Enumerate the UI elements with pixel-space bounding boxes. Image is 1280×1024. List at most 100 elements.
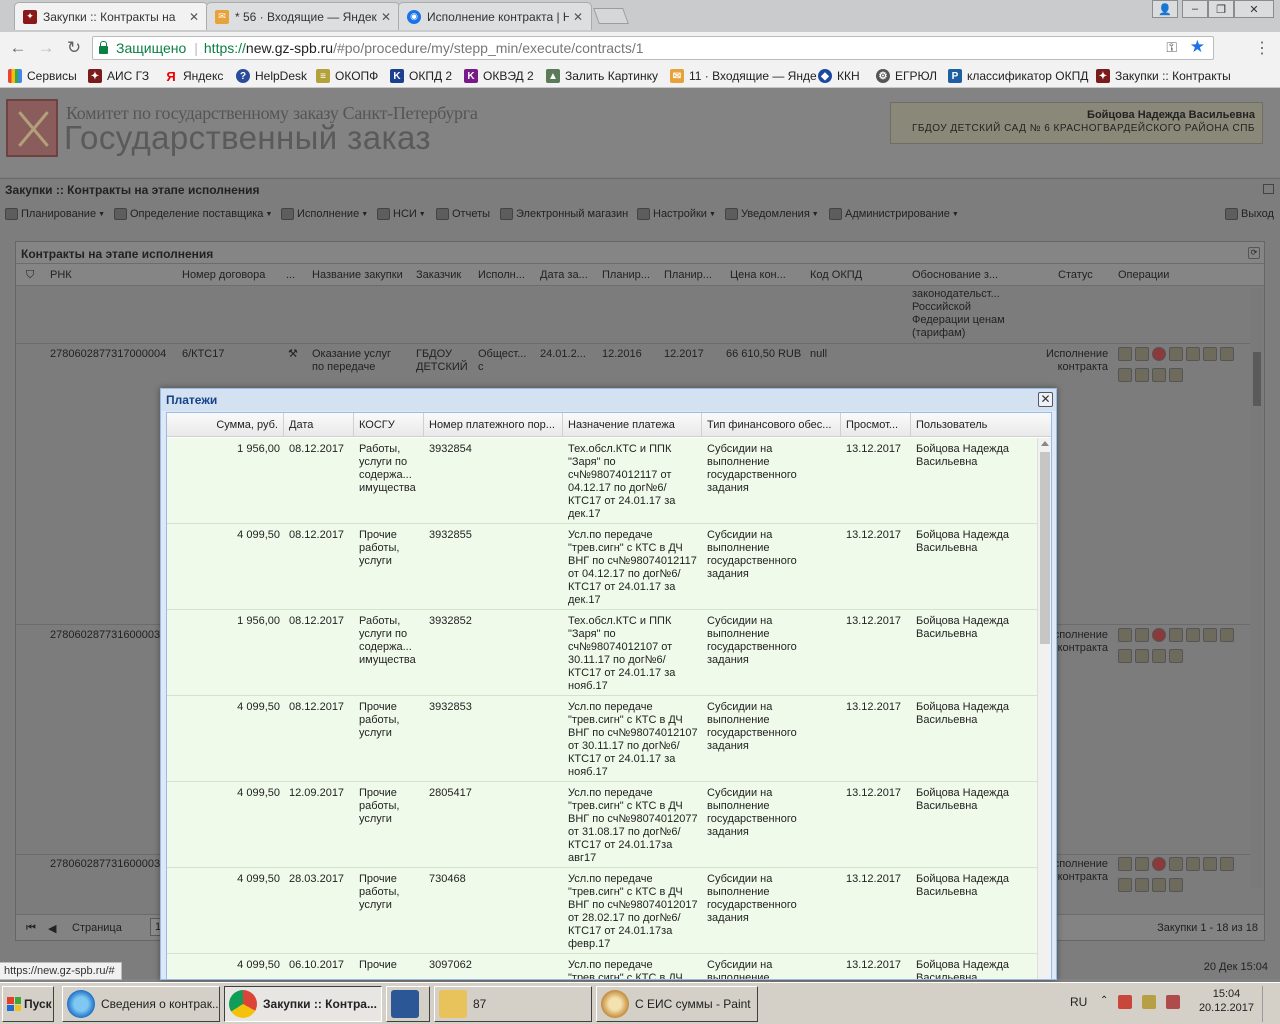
page-icon[interactable] bbox=[1135, 649, 1149, 663]
col-viewed[interactable]: Просмот... bbox=[841, 413, 911, 437]
settings-icon[interactable] bbox=[1203, 857, 1217, 871]
edit-icon[interactable] bbox=[1135, 628, 1149, 642]
col-financing-type[interactable]: Тип финансового обес... bbox=[702, 413, 841, 437]
scroll-icon[interactable] bbox=[1220, 857, 1234, 871]
stamp-icon[interactable] bbox=[1152, 368, 1166, 382]
col-sum[interactable]: Сумма, руб. bbox=[167, 413, 284, 437]
col-user[interactable]: Пользователь bbox=[911, 413, 1051, 437]
menu-notifications[interactable]: Уведомления ▼ bbox=[725, 208, 819, 220]
new-tab-button[interactable] bbox=[593, 8, 629, 24]
first-page-icon[interactable]: ⏮ bbox=[26, 922, 36, 935]
stop-icon[interactable] bbox=[1152, 628, 1166, 642]
menu-reports[interactable]: Отчеты bbox=[436, 208, 490, 220]
col-date[interactable]: Дата bbox=[284, 413, 354, 437]
profile-icon[interactable]: 👤 bbox=[1152, 0, 1178, 18]
taskbar-item-folder[interactable]: 87 bbox=[434, 986, 592, 1022]
taskbar-item-paint[interactable]: С ЕИС суммы - Paint bbox=[596, 986, 758, 1022]
close-tab-icon[interactable]: ✕ bbox=[573, 10, 583, 24]
taskbar-item-word[interactable] bbox=[386, 986, 430, 1022]
menu-administration[interactable]: Администрирование ▼ bbox=[829, 208, 959, 220]
modal-scrollbar[interactable] bbox=[1037, 438, 1051, 979]
scroll-icon[interactable] bbox=[1220, 347, 1234, 361]
volume-icon[interactable] bbox=[1166, 995, 1180, 1009]
sign-icon[interactable] bbox=[1169, 347, 1183, 361]
grid-scrollbar[interactable] bbox=[1251, 288, 1263, 888]
table-icon[interactable] bbox=[1118, 368, 1132, 382]
filter-icon[interactable]: ⛉ bbox=[26, 269, 34, 282]
close-tab-icon[interactable]: ✕ bbox=[189, 10, 199, 24]
browser-tab-execution[interactable]: ◉ Исполнение контракта | Н ✕ bbox=[398, 2, 592, 30]
browser-menu-icon[interactable]: ⋮ bbox=[1254, 38, 1270, 58]
bookmark-services[interactable]: Сервисы bbox=[8, 68, 77, 84]
payment-row[interactable]: 4 099,50 28.03.2017 Прочие работы, услуги 7… bbox=[167, 868, 1037, 954]
bookmark-kkn[interactable]: ◆ ККН bbox=[818, 68, 860, 84]
security-icon[interactable] bbox=[1142, 995, 1156, 1009]
payment-row[interactable]: 4 099,50 08.12.2017 Прочие работы, услуги 3… bbox=[167, 524, 1037, 610]
table-icon[interactable] bbox=[1118, 649, 1132, 663]
sign-icon[interactable] bbox=[1169, 628, 1183, 642]
start-button[interactable]: Пуск bbox=[2, 986, 54, 1022]
bookmark-okpd-classifier[interactable]: Рклассификатор ОКПД bbox=[948, 68, 1088, 84]
info-icon[interactable] bbox=[1169, 649, 1183, 663]
tray-expand-icon[interactable]: ⌃ bbox=[1100, 995, 1114, 1009]
menu-execution[interactable]: Исполнение ▼ bbox=[281, 208, 368, 220]
emblem-icon[interactable] bbox=[1186, 628, 1200, 642]
language-indicator[interactable]: RU bbox=[1070, 995, 1087, 1009]
scroll-up-icon[interactable] bbox=[1041, 441, 1049, 446]
restore-window-button[interactable]: ❐ bbox=[1208, 0, 1234, 18]
payment-row[interactable]: 1 956,00 08.12.2017 Работы, услуги по соде… bbox=[167, 610, 1037, 696]
menu-settings[interactable]: Настройки ▼ bbox=[637, 208, 716, 220]
col-purchase-name[interactable]: Название закупки bbox=[312, 269, 408, 281]
emblem-icon[interactable] bbox=[1186, 347, 1200, 361]
col-payment-number[interactable]: Номер платежного пор... bbox=[424, 413, 563, 437]
minimize-window-button[interactable]: – bbox=[1182, 0, 1208, 18]
document-icon[interactable] bbox=[1118, 347, 1132, 361]
document-icon[interactable] bbox=[1118, 628, 1132, 642]
sign-icon[interactable] bbox=[1169, 857, 1183, 871]
menu-nsi[interactable]: НСИ ▼ bbox=[377, 208, 426, 220]
stamp-icon[interactable] bbox=[1152, 878, 1166, 892]
col-extra[interactable]: ... bbox=[286, 269, 306, 281]
col-operations[interactable]: Операции bbox=[1118, 269, 1198, 281]
bookmark-ais-gz[interactable]: ✦ АИС ГЗ bbox=[88, 68, 149, 84]
bookmark-okpd2[interactable]: K ОКПД 2 bbox=[390, 68, 452, 84]
bookmark-zakupki[interactable]: ✦ Закупки :: Контракты bbox=[1096, 68, 1231, 84]
col-justification[interactable]: Обоснование з... bbox=[912, 269, 1012, 281]
stop-icon[interactable] bbox=[1152, 857, 1166, 871]
table-icon[interactable] bbox=[1118, 878, 1132, 892]
bookmark-yandex[interactable]: Я Яндекс bbox=[164, 68, 223, 84]
close-tab-icon[interactable]: ✕ bbox=[381, 10, 391, 24]
bookmark-okopf[interactable]: ≡ ОКОПФ bbox=[316, 68, 378, 84]
col-kosgu[interactable]: КОСГУ bbox=[354, 413, 424, 437]
reload-icon[interactable]: ↻ bbox=[64, 38, 84, 58]
browser-tab-yandex-mail[interactable]: ✉ * 56 · Входящие — Яндекс ✕ bbox=[206, 2, 400, 30]
info-icon[interactable] bbox=[1169, 878, 1183, 892]
taskbar-item-chrome[interactable]: Закупки :: Контра... bbox=[224, 986, 382, 1022]
col-plan-start[interactable]: Планир... bbox=[602, 269, 658, 281]
edit-icon[interactable] bbox=[1135, 347, 1149, 361]
taskbar-item-ie[interactable]: Сведения о контрак... bbox=[62, 986, 220, 1022]
col-plan-end[interactable]: Планир... bbox=[664, 269, 720, 281]
stop-icon[interactable] bbox=[1152, 347, 1166, 361]
col-customer[interactable]: Заказчик bbox=[416, 269, 472, 281]
attachment-icon[interactable]: ⚒ bbox=[288, 348, 298, 361]
settings-icon[interactable] bbox=[1203, 347, 1217, 361]
col-price[interactable]: Цена кон... bbox=[730, 269, 802, 281]
clock[interactable]: 15:04 20.12.2017 bbox=[1199, 987, 1254, 1015]
col-purpose[interactable]: Назначение платежа bbox=[563, 413, 702, 437]
payment-row[interactable]: 1 956,00 08.12.2017 Работы, услуги по соде… bbox=[167, 438, 1037, 524]
payment-row[interactable]: 4 099,50 12.09.2017 Прочие работы, услуги 2… bbox=[167, 782, 1037, 868]
network-icon[interactable] bbox=[1118, 995, 1132, 1009]
stamp-icon[interactable] bbox=[1152, 649, 1166, 663]
col-rnk[interactable]: РНК bbox=[50, 269, 170, 281]
payment-row[interactable]: 4 099,50 06.10.2017 Прочие 3097062 Усл.по пе… bbox=[167, 954, 1037, 979]
menu-e-shop[interactable]: Электронный магазин bbox=[500, 208, 628, 220]
back-arrow-icon[interactable]: ← bbox=[8, 38, 28, 58]
col-contract-number[interactable]: Номер договора bbox=[182, 269, 282, 281]
info-icon[interactable] bbox=[1169, 368, 1183, 382]
bookmark-star-icon[interactable]: ★ bbox=[1190, 37, 1205, 57]
col-date[interactable]: Дата за... bbox=[540, 269, 596, 281]
col-okpd[interactable]: Код ОКПД bbox=[810, 269, 900, 281]
bookmark-okved2[interactable]: K ОКВЭД 2 bbox=[464, 68, 534, 84]
prev-page-icon[interactable]: ◀ bbox=[48, 922, 56, 935]
